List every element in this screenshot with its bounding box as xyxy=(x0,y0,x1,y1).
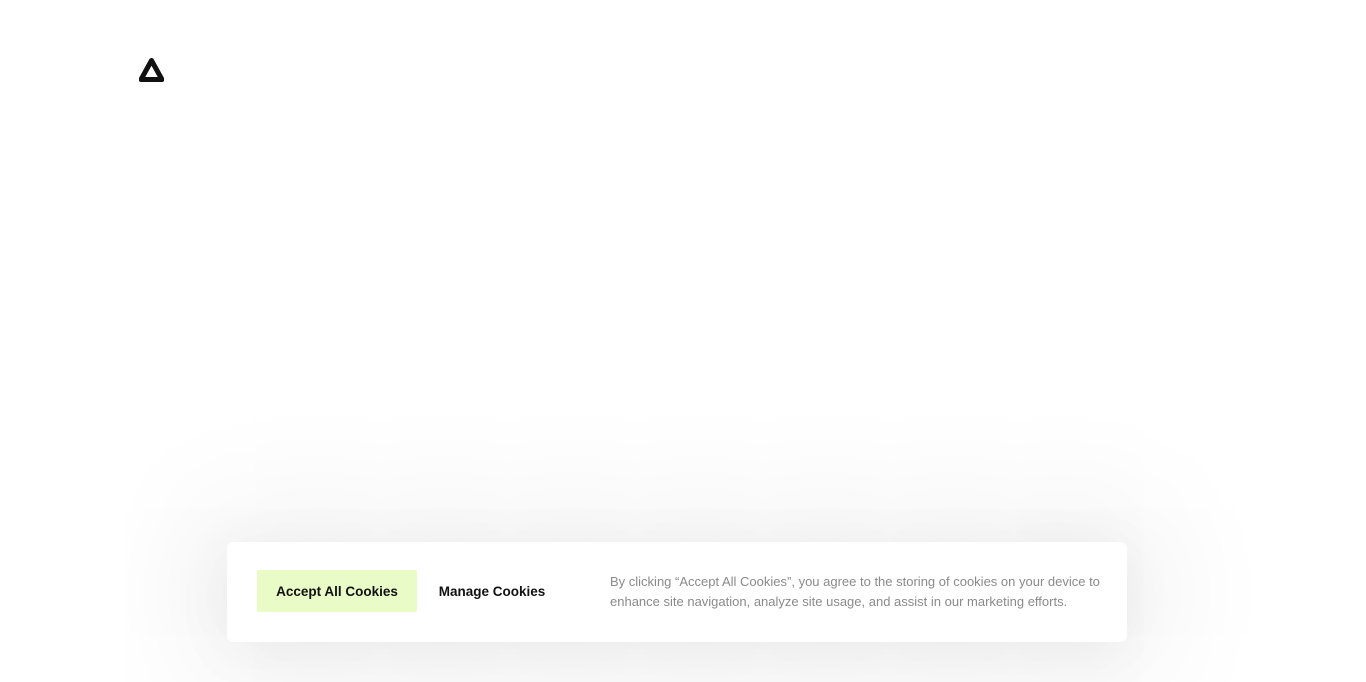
page: Accept All Cookies Manage Cookies By cli… xyxy=(0,0,1366,682)
manage-cookies-button[interactable]: Manage Cookies xyxy=(425,570,559,612)
cookie-consent-banner: Accept All Cookies Manage Cookies By cli… xyxy=(227,542,1127,642)
accept-all-cookies-button[interactable]: Accept All Cookies xyxy=(257,570,417,612)
cookie-notice-text: By clicking “Accept All Cookies”, you ag… xyxy=(610,574,1100,609)
brand-logo-icon[interactable] xyxy=(138,58,165,83)
triangle-logo-icon xyxy=(138,58,165,82)
